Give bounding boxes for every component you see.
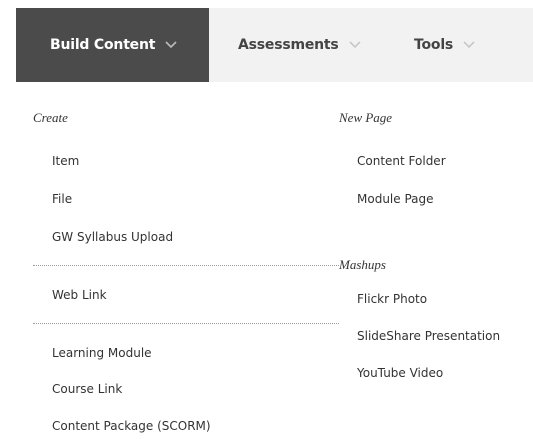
new-page-heading: New Page <box>339 110 393 125</box>
chevron-down-icon <box>462 40 476 50</box>
menu-item-course-link[interactable]: Course Link <box>52 382 122 396</box>
chevron-down-icon <box>164 40 178 50</box>
menu-divider <box>33 265 339 266</box>
menu-item-flickr-photo[interactable]: Flickr Photo <box>357 292 427 306</box>
tab-tools[interactable]: Tools <box>414 8 476 82</box>
menu-item-module-page[interactable]: Module Page <box>357 192 434 206</box>
tab-build-content-label: Build Content <box>50 37 156 53</box>
menu-item-learning-module[interactable]: Learning Module <box>52 346 152 360</box>
tab-build-content[interactable]: Build Content <box>16 8 209 82</box>
menu-item-web-link[interactable]: Web Link <box>52 288 107 302</box>
create-heading: Create <box>33 110 68 125</box>
menu-item-youtube-video[interactable]: YouTube Video <box>357 366 443 380</box>
chevron-down-icon <box>348 40 362 50</box>
tab-assessments-label: Assessments <box>238 37 339 53</box>
top-navigation-bar: Build Content Assessments Tools <box>16 8 533 82</box>
tab-assessments[interactable]: Assessments <box>238 8 362 82</box>
menu-item-gw-syllabus-upload[interactable]: GW Syllabus Upload <box>52 230 173 244</box>
tab-tools-label: Tools <box>414 37 454 53</box>
menu-item-content-package-scorm[interactable]: Content Package (SCORM) <box>52 419 211 433</box>
menu-item-slideshare-presentation[interactable]: SlideShare Presentation <box>357 329 500 343</box>
menu-item-content-folder[interactable]: Content Folder <box>357 154 446 168</box>
mashups-heading: Mashups <box>339 257 386 272</box>
menu-item-item[interactable]: Item <box>52 154 79 168</box>
menu-divider <box>33 323 339 324</box>
menu-item-file[interactable]: File <box>52 192 72 206</box>
